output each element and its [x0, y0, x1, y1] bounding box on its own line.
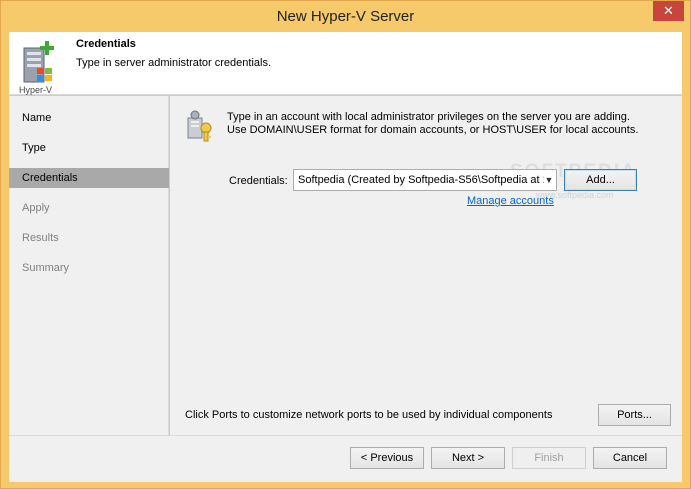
- credentials-value: Softpedia (Created by Softpedia-S56\Soft…: [298, 174, 544, 186]
- close-button[interactable]: ✕: [653, 1, 684, 21]
- window-title: New Hyper-V Server: [276, 8, 415, 25]
- nav-item-name[interactable]: Name: [9, 108, 169, 128]
- intro-line-2: Use DOMAIN\USER format for domain accoun…: [227, 124, 639, 136]
- wizard-window: New Hyper-V Server ✕ Hyper-V Credentials…: [0, 0, 691, 489]
- credentials-select[interactable]: Softpedia (Created by Softpedia-S56\Soft…: [293, 169, 557, 191]
- wizard-header: Hyper-V Credentials Type in server admin…: [9, 32, 682, 95]
- nav-item-summary: Summary: [22, 262, 70, 274]
- nav-item-apply: Apply: [22, 202, 50, 214]
- manage-accounts-link[interactable]: Manage accounts: [467, 195, 554, 207]
- title-bar[interactable]: New Hyper-V Server ✕: [1, 1, 690, 32]
- add-credentials-button[interactable]: Add...: [564, 169, 637, 191]
- close-icon: ✕: [663, 3, 674, 18]
- page-title: Credentials: [76, 38, 136, 50]
- page-subtitle: Type in server administrator credentials…: [76, 57, 272, 69]
- user-key-icon: [187, 110, 212, 142]
- wizard-footer: < Previous Next > Finish Cancel: [9, 435, 682, 482]
- cancel-button[interactable]: Cancel: [593, 447, 667, 469]
- wizard-content: Type in an account with local administra…: [170, 96, 682, 435]
- hyper-v-server-icon: [23, 41, 54, 83]
- nav-item-results: Results: [22, 232, 59, 244]
- next-button[interactable]: Next >: [431, 447, 505, 469]
- nav-item-type[interactable]: Type: [9, 138, 169, 158]
- wizard-nav: Name Type Credentials Apply Results Summ…: [9, 96, 169, 435]
- icon-caption: Hyper-V: [19, 85, 53, 95]
- credentials-label: Credentials:: [229, 175, 288, 187]
- ports-description: Click Ports to customize network ports t…: [185, 409, 553, 421]
- ports-button[interactable]: Ports...: [598, 404, 671, 426]
- finish-button: Finish: [512, 447, 586, 469]
- nav-item-credentials[interactable]: Credentials: [9, 168, 169, 188]
- chevron-down-icon[interactable]: ▼: [542, 170, 556, 190]
- previous-button[interactable]: < Previous: [350, 447, 424, 469]
- intro-line-1: Type in an account with local administra…: [227, 111, 630, 123]
